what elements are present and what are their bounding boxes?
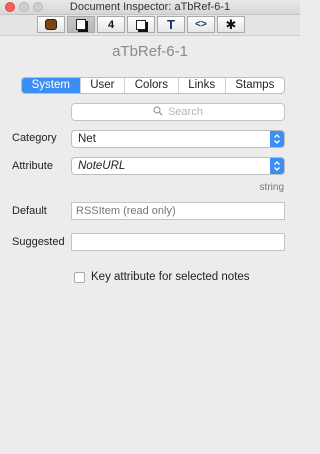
tab-stamps[interactable]: Stamps [224,78,284,93]
key-attribute-checkbox[interactable] [74,272,85,283]
search-icon [153,105,163,119]
text-icon: T [167,17,175,32]
search-input[interactable]: Search [71,103,285,121]
default-field[interactable] [71,202,285,220]
tab-system[interactable]: System [22,78,80,93]
window-title: Document Inspector: aTbRef-6-1 [69,1,231,13]
key-attribute-label: Key attribute for selected notes [91,271,250,283]
document-name: aTbRef-6-1 [112,43,188,60]
suggested-field[interactable] [71,233,285,251]
text-button[interactable]: T [157,16,185,33]
category-value: Net [78,133,96,145]
chevron-up-down-icon [270,131,284,147]
attribute-tabs: System User Colors Links Stamps [21,77,285,94]
quick-stamp-button[interactable]: 4 [97,16,125,33]
shadow-icon [136,19,146,30]
tab-colors[interactable]: Colors [124,78,177,93]
settings-button[interactable]: ✱ [217,16,245,33]
doc-properties-button[interactable] [37,16,65,33]
inspector-toolbar: 4 T <> ✱ [0,15,300,36]
suggested-label: Suggested [12,236,65,248]
search-placeholder: Search [168,106,203,118]
window-titlebar: Document Inspector: aTbRef-6-1 [0,0,300,15]
note-icon [76,19,86,30]
tab-user[interactable]: User [79,78,125,93]
attribute-type: string [259,182,284,193]
category-label: Category [12,132,57,144]
tab-links[interactable]: Links [177,78,225,93]
attribute-value: NoteURL [78,160,126,172]
default-label: Default [12,205,47,217]
note-button[interactable] [67,16,95,33]
doc-properties-icon [45,19,57,30]
category-popup[interactable]: Net [71,130,285,148]
gear-icon: ✱ [225,16,237,32]
action-code-icon: <> [195,19,207,30]
action-code-button[interactable]: <> [187,16,215,33]
attribute-popup[interactable]: NoteURL [71,157,285,175]
shadow-button[interactable] [127,16,155,33]
chevron-up-down-icon [270,158,284,174]
attribute-label: Attribute [12,160,53,172]
quick-stamp-icon: 4 [107,18,115,31]
